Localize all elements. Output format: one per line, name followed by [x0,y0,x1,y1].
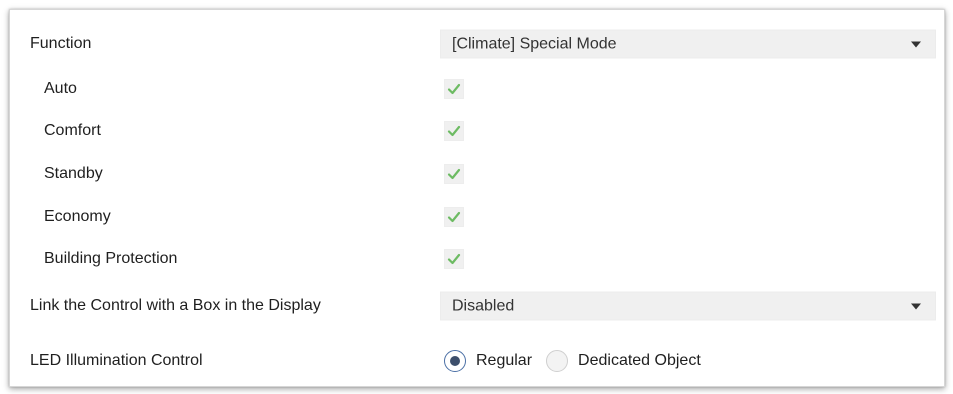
led-radio-group: Regular Dedicated Object [444,349,701,373]
led-row: LED Illumination Control Regular Dedicat… [10,341,944,381]
mode-label-auto: Auto [44,80,77,97]
function-dropdown-value: [Climate] Special Mode [452,35,617,52]
radio-dedicated-object-label: Dedicated Object [578,352,701,369]
check-icon [447,253,461,265]
led-label: LED Illumination Control [30,352,203,369]
standby-checkbox[interactable] [444,164,464,184]
link-box-label: Link the Control with a Box in the Displ… [30,297,321,314]
chevron-down-icon [911,41,921,47]
mode-row-standby: Standby [10,154,944,194]
function-label: Function [30,35,92,52]
mode-label-economy: Economy [44,208,111,225]
function-row: Function [Climate] Special Mode [10,24,944,64]
chevron-down-icon [911,303,921,309]
mode-label-standby: Standby [44,165,103,182]
radio-regular[interactable]: Regular [444,350,532,372]
link-box-dropdown-value: Disabled [452,297,515,314]
function-dropdown[interactable]: [Climate] Special Mode [440,29,936,59]
mode-label-comfort: Comfort [44,122,101,139]
link-box-row: Link the Control with a Box in the Displ… [10,286,944,326]
mode-row-auto: Auto [10,69,944,109]
parameter-panel: Function [Climate] Special Mode Auto Com… [9,9,945,387]
comfort-checkbox[interactable] [444,121,464,141]
radio-selected-icon [444,350,466,372]
auto-checkbox[interactable] [444,79,464,99]
radio-regular-label: Regular [476,352,533,369]
mode-row-comfort: Comfort [10,111,944,151]
economy-checkbox[interactable] [444,207,464,227]
mode-row-economy: Economy [10,197,944,237]
check-icon [447,211,461,223]
radio-unselected-icon [546,350,569,372]
mode-label-building-protection: Building Protection [44,250,178,267]
mode-row-building-protection: Building Protection [10,239,944,279]
building-protection-checkbox[interactable] [444,249,464,269]
link-box-dropdown[interactable]: Disabled [440,291,936,321]
check-icon [447,83,461,95]
check-icon [447,168,461,180]
check-icon [447,125,461,137]
radio-dedicated-object[interactable]: Dedicated Object [546,350,701,372]
